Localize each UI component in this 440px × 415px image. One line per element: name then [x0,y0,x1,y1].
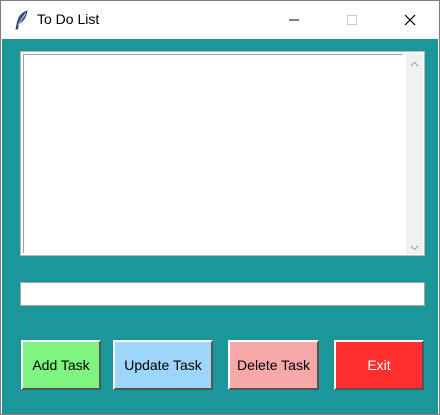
chevron-up-icon [410,52,419,71]
close-icon [404,11,416,30]
delete-task-button[interactable]: Delete Task [228,340,319,390]
exit-button[interactable]: Exit [334,340,424,390]
update-task-button[interactable]: Update Task [113,340,213,390]
task-listbox[interactable] [20,51,425,256]
scroll-up-button[interactable] [406,53,423,70]
task-list-area[interactable] [23,54,403,253]
minimize-button[interactable] [271,1,317,39]
vertical-scrollbar[interactable] [406,53,423,254]
maximize-icon [346,11,358,30]
task-input[interactable] [20,282,425,306]
close-button[interactable] [387,1,433,39]
maximize-button[interactable] [329,1,375,39]
add-task-button[interactable]: Add Task [21,340,101,390]
title-bar[interactable]: To Do List [1,1,439,39]
feather-icon [13,10,31,30]
window-title: To Do List [37,11,100,27]
scroll-down-button[interactable] [406,237,423,254]
minimize-icon [288,11,300,30]
app-window: To Do List Add Task Update Task Delete T… [0,0,440,415]
chevron-down-icon [410,236,419,255]
main-panel: Add Task Update Task Delete Task Exit [2,39,438,414]
